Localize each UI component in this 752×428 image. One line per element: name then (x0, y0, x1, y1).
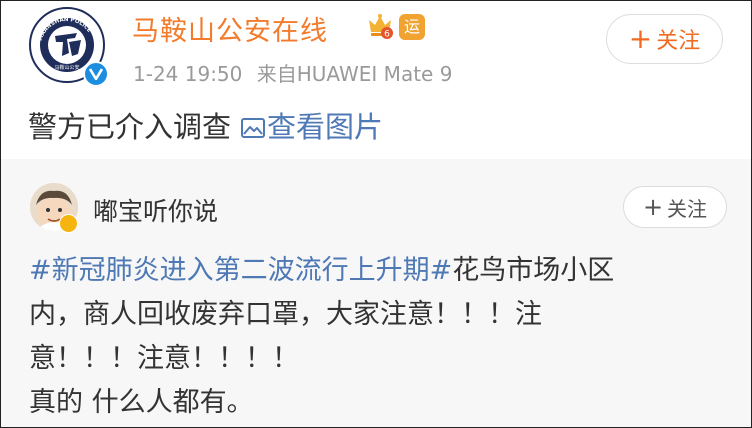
hashtag-link[interactable]: #新冠肺炎进入第二波流行上升期# (29, 255, 452, 286)
svg-text:马鞍山公安: 马鞍山公安 (54, 64, 79, 71)
post-time: 1-24 19:50 (133, 62, 243, 86)
weibo-card: MAANSHAN POLICE 马鞍山公安 马鞍山公安在线 6 运 1-24 1… (0, 0, 752, 428)
repost-author-name[interactable]: 嘟宝听你说 (93, 192, 218, 228)
plus-icon: + (642, 193, 664, 221)
main-post: MAANSHAN POLICE 马鞍山公安 马鞍山公安在线 6 运 1-24 1… (1, 1, 751, 159)
medal-icon (59, 214, 78, 233)
post-text: 警方已介入调查 查看图片 (28, 104, 383, 146)
repost-line-3: 意！！！注意！！！！ (29, 343, 299, 374)
repost-line-4: 真的 什么人都有。 (29, 387, 254, 418)
repost-follow-button[interactable]: + 关注 (623, 186, 727, 228)
repost-line-1: #新冠肺炎进入第二波流行上升期#花鸟市场小区 (29, 249, 729, 293)
reposted-weibo[interactable]: 嘟宝听你说 + 关注 #新冠肺炎进入第二波流行上升期#花鸟市场小区 内，商人回收… (1, 159, 751, 427)
repost-follow-label: 关注 (667, 196, 708, 221)
follow-button[interactable]: + 关注 (606, 14, 723, 64)
view-images-link[interactable]: 查看图片 (267, 110, 383, 144)
operation-badge[interactable]: 运 (399, 14, 425, 40)
post-content: 警方已介入调查 (28, 110, 232, 144)
repost-line-2: 内，商人回收废弃口罩，大家注意！！！注 (29, 299, 542, 330)
author-name[interactable]: 马鞍山公安在线 (132, 9, 328, 48)
verified-v-icon (83, 61, 109, 87)
member-crown-icon[interactable]: 6 (365, 11, 395, 41)
post-source[interactable]: 来自HUAWEI Mate 9 (257, 58, 453, 87)
image-icon (241, 118, 266, 138)
svg-text:6: 6 (384, 30, 390, 40)
post-meta: 1-24 19:50 来自HUAWEI Mate 9 (133, 58, 452, 87)
follow-label: 关注 (656, 29, 701, 54)
plus-icon: + (628, 22, 653, 55)
repost-text: #新冠肺炎进入第二波流行上升期#花鸟市场小区 内，商人回收废弃口罩，大家注意！！… (29, 249, 729, 425)
repost-line-1-rest: 花鸟市场小区 (452, 255, 615, 286)
